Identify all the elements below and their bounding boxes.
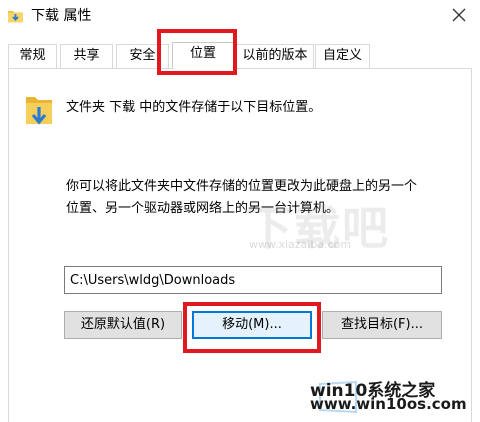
title-bar: 下载 属性 [0,0,480,34]
tab-previous-versions[interactable]: 以前的版本 [236,44,314,68]
tab-label: 共享 [73,48,100,63]
tab-label: 位置 [189,46,216,61]
tab-label: 自定义 [322,48,362,63]
tab-location[interactable]: 位置 [172,42,234,69]
restore-default-button[interactable]: 还原默认值(R) [64,311,182,339]
close-icon [452,8,466,22]
brand-watermark: win10系统之家 www.win10os.com [310,376,470,414]
downloads-folder-icon [24,95,54,129]
close-button[interactable] [444,2,474,30]
location-panel [8,68,472,422]
tab-general[interactable]: 常规 [8,44,57,68]
window-title: 下载 属性 [31,8,92,24]
location-description: 文件夹 下载 中的文件存储于以下目标位置。 [66,100,322,115]
path-input[interactable] [64,266,442,294]
tab-security[interactable]: 安全 [116,44,169,68]
tab-label: 以前的版本 [242,48,308,63]
tab-label: 安全 [129,48,156,63]
move-button[interactable]: 移动(M)... [192,311,312,339]
downloads-folder-icon [7,8,24,24]
tab-label: 常规 [19,48,46,63]
tab-strip: 常规 共享 安全 位置 以前的版本 自定义 [8,42,472,69]
tab-sharing[interactable]: 共享 [60,44,113,68]
brand-url: www.win10os.com [310,395,467,413]
watermark-url: www.xiazaiba.com [249,238,352,251]
tab-customize[interactable]: 自定义 [315,44,370,68]
find-target-button[interactable]: 查找目标(F)... [322,311,442,339]
